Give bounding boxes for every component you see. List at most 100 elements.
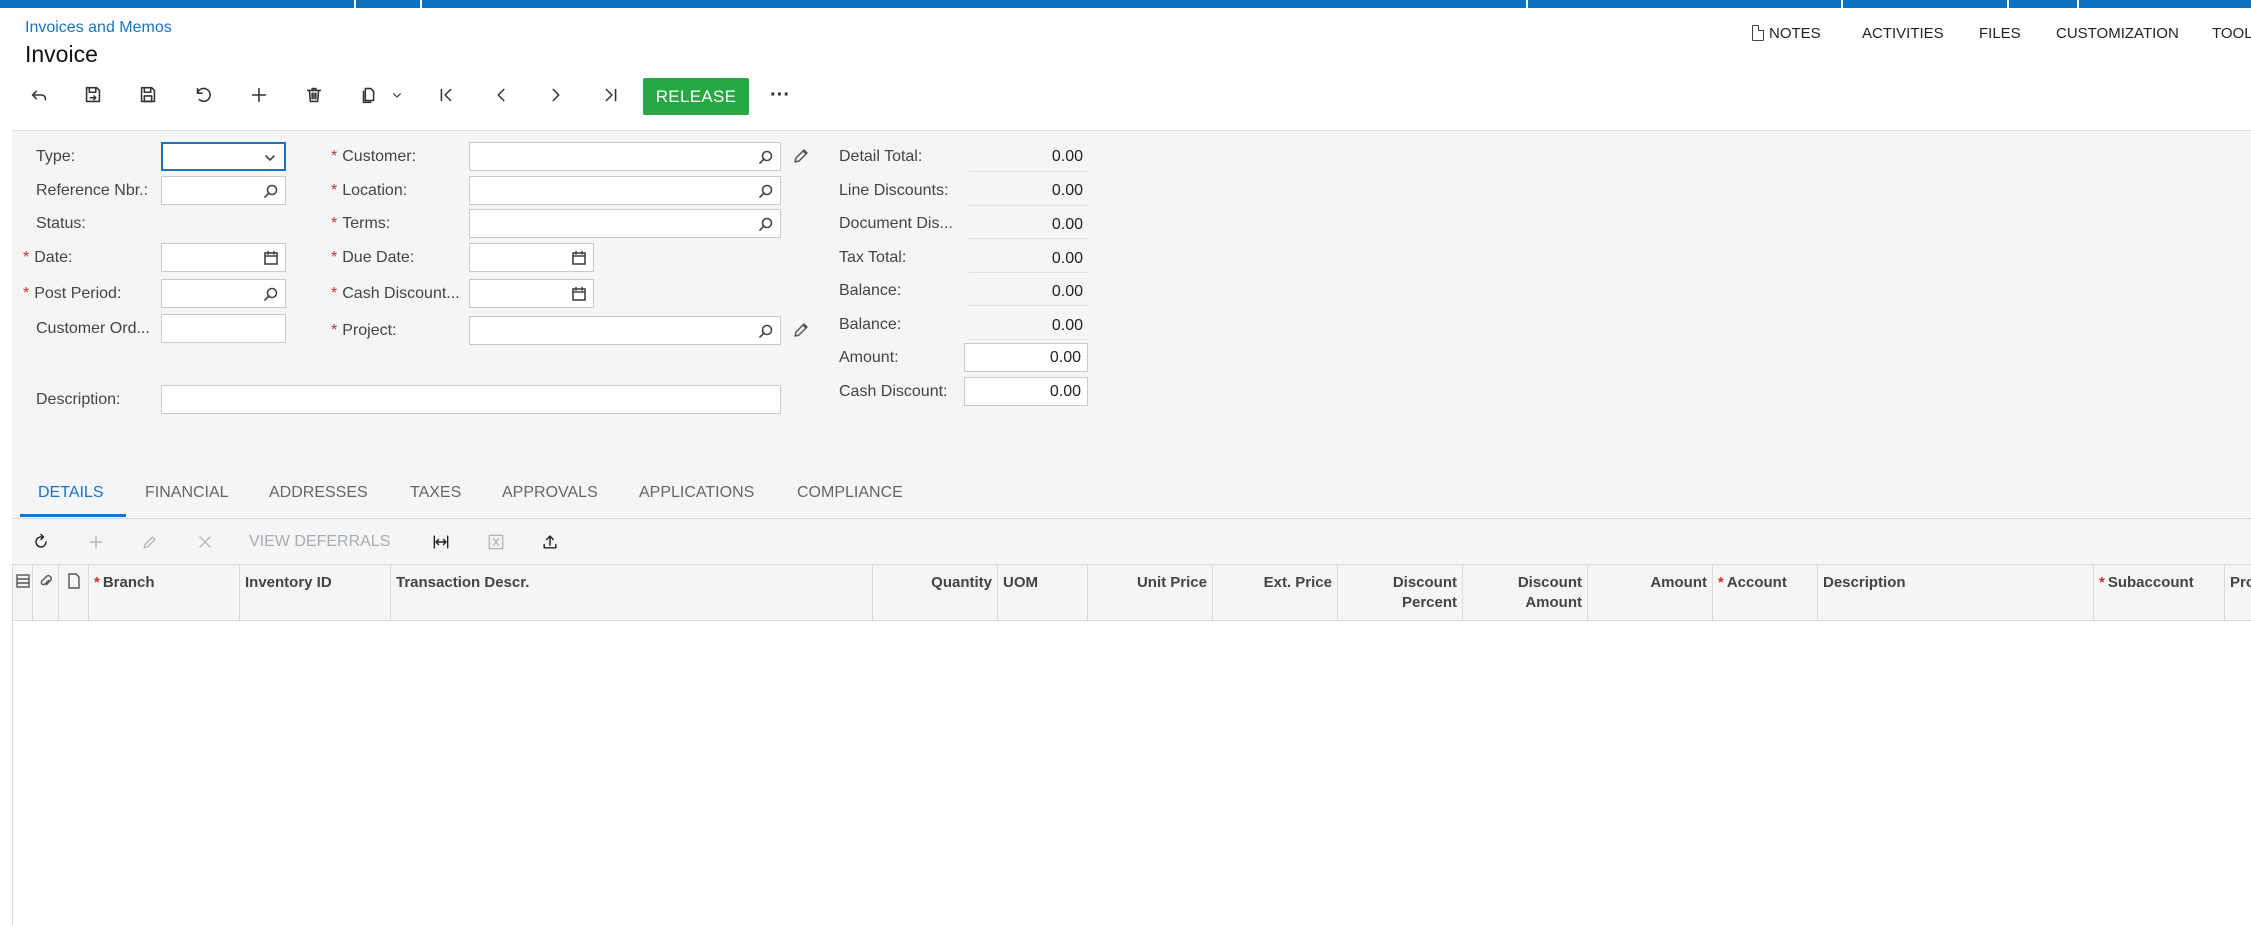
topbar-separator [1526,0,1528,8]
column-ext-price[interactable]: Ext. Price [1213,565,1338,621]
more-actions-button[interactable]: ··· [763,75,797,115]
customer-field[interactable] [469,142,781,171]
column-project[interactable]: Pro [2225,565,2251,621]
tab-addresses[interactable]: ADDRESSES [269,484,368,502]
previous-record-icon[interactable] [484,75,518,115]
search-icon[interactable] [263,286,279,302]
add-row-icon[interactable] [82,522,110,562]
save-and-close-icon[interactable] [76,75,110,115]
due-date-field[interactable] [469,243,594,272]
cash-discount-field[interactable]: 0.00 [964,377,1088,406]
column-unit-price[interactable]: Unit Price [1088,565,1213,621]
column-discount-amount[interactable]: Discount Amount [1463,565,1588,621]
description-field[interactable] [161,385,781,414]
search-icon[interactable] [758,149,774,165]
release-button[interactable]: RELEASE [643,78,749,115]
column-branch[interactable]: * Branch [89,565,240,621]
value-underline [969,171,1089,172]
calendar-icon[interactable] [571,286,587,302]
column-amount[interactable]: Amount [1588,565,1713,621]
calendar-icon[interactable] [571,250,587,266]
fit-columns-icon[interactable] [425,522,457,562]
tab-applications[interactable]: APPLICATIONS [639,484,754,502]
search-icon[interactable] [263,183,279,199]
export-excel-icon[interactable] [480,522,512,562]
customer-order-field[interactable] [161,314,286,343]
save-icon[interactable] [131,75,165,115]
add-icon[interactable] [242,75,276,115]
reference-nbr-field[interactable] [161,176,286,205]
notes-column[interactable] [59,565,89,621]
activities-link[interactable]: ACTIVITIES [1862,25,1944,42]
tab-taxes[interactable]: TAXES [410,484,461,502]
column-label: Branch [102,574,155,591]
search-icon[interactable] [758,323,774,339]
top-navigation-bar [0,0,2251,8]
edit-project-icon[interactable] [792,321,810,339]
upload-icon[interactable] [534,522,566,562]
amount-field[interactable]: 0.00 [964,343,1088,372]
calendar-icon[interactable] [263,250,279,266]
post-period-field[interactable] [161,279,286,308]
project-field[interactable] [469,316,781,345]
delete-row-icon[interactable] [191,522,219,562]
tax-total-value: 0.00 [1051,250,1083,267]
last-record-icon[interactable] [594,75,628,115]
amount-label: Amount: [839,349,899,366]
refresh-icon[interactable] [27,522,55,562]
column-subaccount[interactable]: * Subaccount [2094,565,2225,621]
tab-compliance[interactable]: COMPLIANCE [797,484,903,502]
column-discount-percent[interactable]: Discount Percent [1338,565,1463,621]
breadcrumb[interactable]: Invoices and Memos [25,19,172,37]
copy-paste-icon[interactable] [352,75,386,115]
customer-label-text: Customer: [342,148,417,165]
column-transaction-descr[interactable]: Transaction Descr. [391,565,873,621]
tools-link[interactable]: TOOL [2212,25,2251,42]
date-field[interactable] [161,243,286,272]
search-icon[interactable] [758,216,774,232]
customer-order-label: Customer Ord... [36,320,150,337]
cash-discount-date-field[interactable] [469,279,594,308]
cancel-icon[interactable] [186,75,220,115]
tab-approvals[interactable]: APPROVALS [502,484,598,502]
first-record-icon[interactable] [429,75,463,115]
balance-label: Balance: [839,282,902,299]
column-inventory-id[interactable]: Inventory ID [240,565,391,621]
status-label: Status: [36,215,86,232]
balance-value-2: 0.00 [1051,317,1083,334]
type-select[interactable] [161,142,286,171]
tab-divider [12,518,2251,519]
tab-financial[interactable]: FINANCIAL [145,484,229,502]
back-icon[interactable] [22,75,56,115]
row-selector-column[interactable] [13,565,33,621]
value-underline [969,272,1089,273]
terms-field[interactable] [469,209,781,238]
required-mark: * [331,249,338,266]
view-deferrals-button[interactable]: VIEW DEFERRALS [249,533,390,551]
column-description[interactable]: Description [1818,565,2094,621]
column-quantity[interactable]: Quantity [873,565,998,621]
topbar-separator [2077,0,2079,8]
chevron-down-icon [262,150,278,166]
terms-label-text: Terms: [342,215,391,232]
balance-value: 0.00 [1051,283,1083,300]
chevron-down-icon[interactable] [382,75,412,115]
topbar-separator [420,0,422,8]
tab-details[interactable]: DETAILS [38,484,104,502]
column-account[interactable]: * Account [1713,565,1818,621]
search-icon[interactable] [758,183,774,199]
edit-customer-icon[interactable] [792,147,810,165]
location-field[interactable] [469,176,781,205]
cash-discount-label: Cash Discount: [839,383,948,400]
customization-link[interactable]: CUSTOMIZATION [2056,25,2179,42]
next-record-icon[interactable] [539,75,573,115]
attachments-column[interactable] [33,565,59,621]
edit-row-icon[interactable] [136,522,164,562]
notes-link[interactable]: NOTES [1752,25,1821,42]
files-link[interactable]: FILES [1979,25,2021,42]
grid-toolbar: VIEW DEFERRALS [12,522,2251,562]
column-uom[interactable]: UOM [998,565,1088,621]
balance-label-2: Balance: [839,316,902,333]
delete-icon[interactable] [297,75,331,115]
required-mark: * [94,574,100,591]
